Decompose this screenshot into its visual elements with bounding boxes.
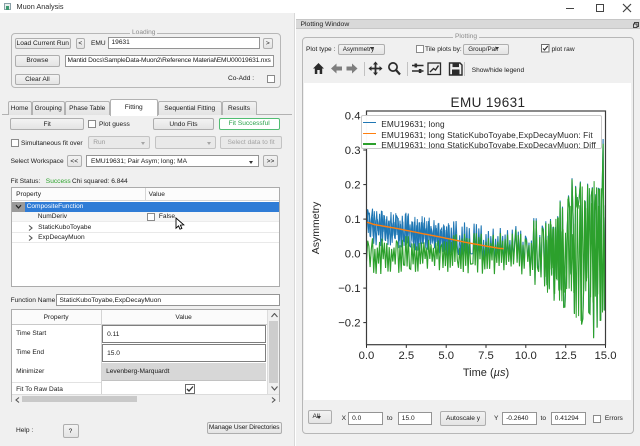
svg-text:2.5: 2.5 <box>398 350 414 362</box>
svg-text:−0.1: −0.1 <box>338 283 360 295</box>
svg-text:0.0: 0.0 <box>344 249 360 261</box>
svg-text:7.5: 7.5 <box>478 350 494 362</box>
svg-text:EMU 19631: EMU 19631 <box>450 95 525 110</box>
svg-text:0.1: 0.1 <box>344 214 360 226</box>
svg-text:10.0: 10.0 <box>514 350 536 362</box>
svg-text:12.5: 12.5 <box>554 350 576 362</box>
svg-text:0.4: 0.4 <box>344 111 360 123</box>
svg-text:15.0: 15.0 <box>594 350 616 362</box>
svg-text:0.0: 0.0 <box>358 350 374 362</box>
svg-text:0.2: 0.2 <box>344 180 360 192</box>
svg-text:−0.2: −0.2 <box>338 318 360 330</box>
svg-text:Time (µs): Time (µs) <box>462 367 508 379</box>
svg-text:5.0: 5.0 <box>438 350 454 362</box>
svg-text:Asymmetry: Asymmetry <box>310 201 322 254</box>
svg-text:0.3: 0.3 <box>344 145 360 157</box>
